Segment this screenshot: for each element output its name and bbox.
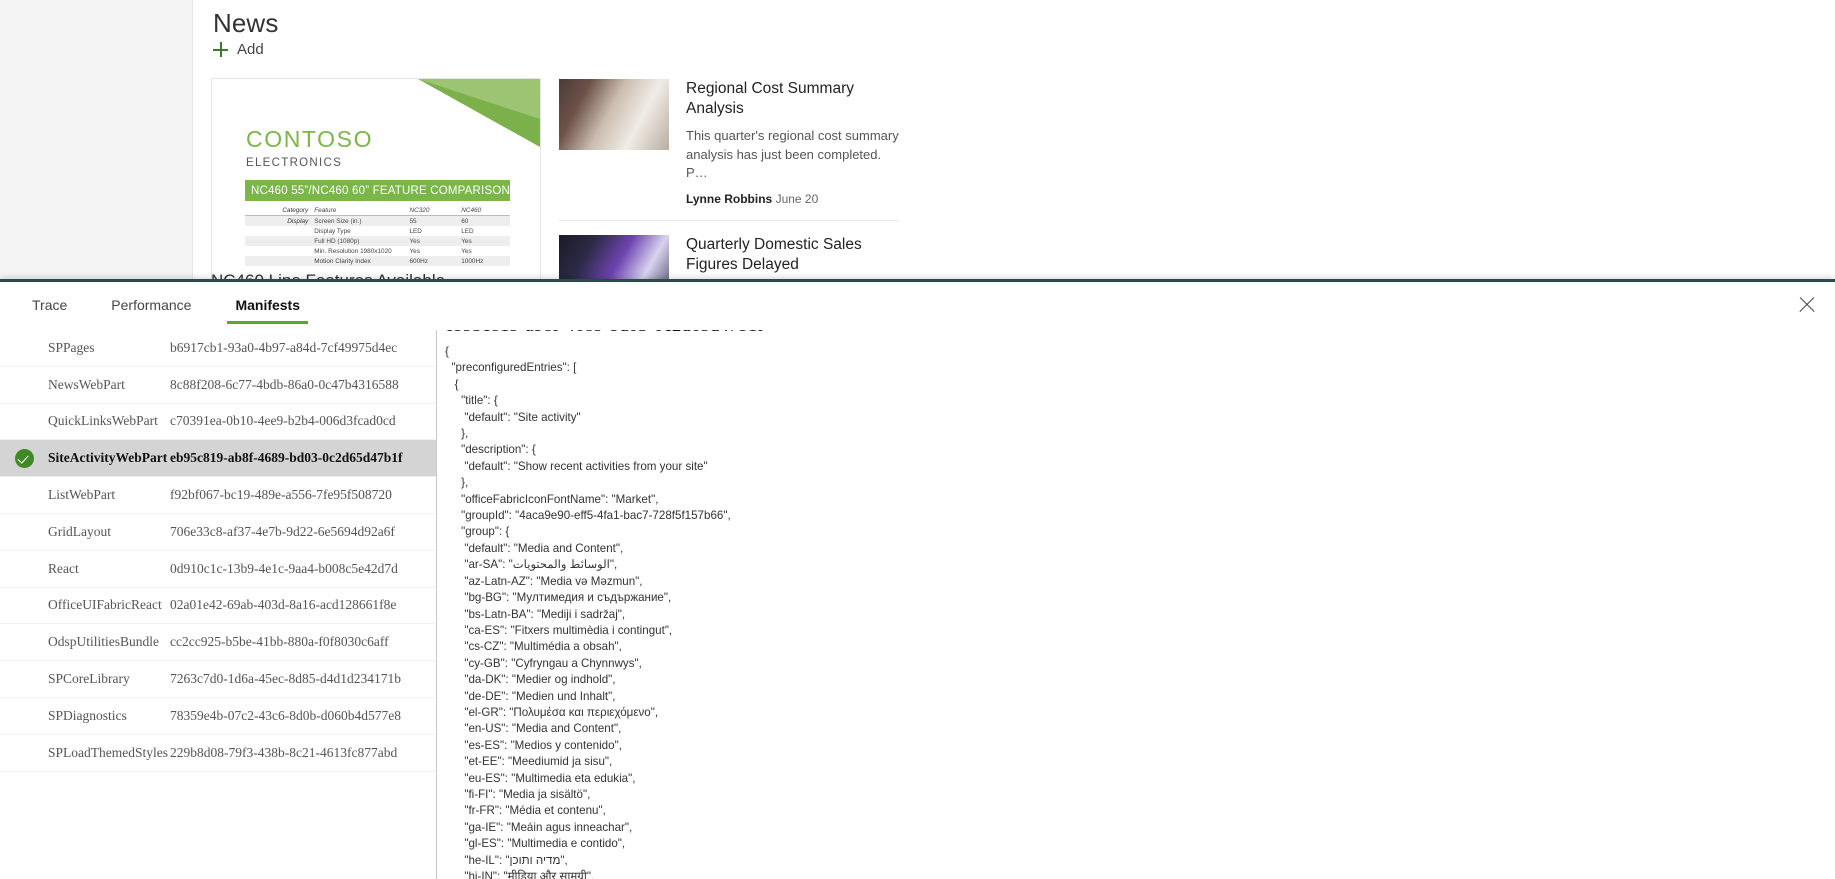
table-row[interactable]: GridLayout 706e33c8-af37-4e7b-9d22-6e5694… [0,514,436,551]
news-title: Regional Cost Summary Analysis [686,80,854,117]
feature-banner: NC460 55”/NC460 60” FEATURE COMPARISON [245,180,510,201]
manifest-name: QuickLinksWebPart [48,413,158,429]
table-row: Min. Resolution 1980x1020 Yes Yes [314,247,472,255]
table-row[interactable]: SPLoadThemedStyles 229b8d08-79f3-438b-8c2… [0,735,436,772]
table-row[interactable]: NewsWebPart 8c88f208-6c77-4bdb-86a0-0c47b… [0,367,436,404]
manifest-name: NewsWebPart [48,376,125,392]
selected-check [0,448,48,468]
table-row[interactable]: SPDiagnostics 78359e4b-07c2-43c6-8d0b-d06… [0,698,436,735]
brand-subtitle: ELECTRONICS [246,157,343,169]
manifest-name: React [48,560,79,576]
manifest-json-content: { "preconfiguredEntries": [ { "title": {… [445,345,731,879]
manifest-name: SPCoreLibrary [48,671,130,687]
table-row: Display Type LED LED [314,227,474,235]
manifest-id: b6917cb1-93a0-4b97-a84d-7cf49975d4ec [170,339,398,355]
tab-manifests[interactable]: Manifests [213,290,322,324]
manifest-id: f92bf067-bc19-489e-a556-7fe95f508720 [170,487,392,503]
manifest-id: 8c88f208-6c77-4bdb-86a0-0c47b4316588 [170,376,399,392]
manifest-detail-heading: eb95c819-ab8f-4689-bd03-0c2d65d47b1f [445,330,764,337]
news-section-title: News [213,8,279,38]
news-byline: Lynne Robbins June 20 [686,192,819,207]
table-row[interactable]: SiteActivityWebPart eb95c819-ab8f-4689-bd… [0,440,436,478]
manifest-name: OfficeUIFabricReact [48,597,162,613]
add-news-label: Add [237,41,264,58]
close-icon[interactable] [1796,294,1818,316]
manifest-name: SPLoadThemedStyles [48,744,168,760]
table-header-row: Category Feature NC320 NC460 [245,205,510,216]
brand-name: CONTOSO [246,126,374,152]
manifest-id: cc2cc925-b5be-41bb-880a-f0f8030c6aff [170,634,389,650]
table-row[interactable]: SPPages b6917cb1-93a0-4b97-a84d-7cf49975d… [0,330,436,367]
table-row[interactable]: QuickLinksWebPart c70391ea-0b10-4ee9-b2b4… [0,404,436,441]
manifest-name: OdspUtilitiesBundle [48,634,159,650]
news-title: Quarterly Domestic Sales Figures Delayed [686,236,862,274]
manifest-name: GridLayout [48,523,111,539]
news-description: This quarter's regional cost summary ana… [686,127,899,181]
add-news-button[interactable]: Add [213,41,264,58]
manifest-id: 7263c7d0-1d6a-45ec-8d85-d4d1d234171b [170,671,401,687]
check-circle-icon [14,448,34,468]
news-thumbnail [559,79,669,150]
manifest-id: 78359e4b-07c2-43c6-8d0b-d060b4d577e8 [170,707,401,723]
manifest-id: 02a01e42-69ab-403d-8a16-acd128661f8e [170,597,397,613]
manifest-list[interactable]: SPPages b6917cb1-93a0-4b97-a84d-7cf49975d… [0,330,437,879]
plus-icon [213,42,228,57]
table-row: Motion Clarity Index 600Hz 1000Hz [245,256,510,266]
table-row[interactable]: SPCoreLibrary 7263c7d0-1d6a-45ec-8d85-d4d… [0,661,436,698]
table-row: Display Screen Size (in.) 55 60 [245,215,510,226]
manifest-name: ListWebPart [48,487,116,503]
feature-comparison-table: Category Feature NC320 NC460 Display Screen S… [245,205,510,266]
overlay-tab-bar: Trace Performance Manifests [0,290,322,326]
tab-performance[interactable]: Performance [89,290,213,324]
table-row[interactable]: React 0d910c1c-13b9-4e1c-9aa4-b008c5e42d7… [0,551,436,588]
manifest-id: c70391ea-0b10-4ee9-b2b4-006d3fcad0cd [170,413,396,429]
manifest-id: 229b8d08-79f3-438b-8c21-4613fc877abd [170,744,398,760]
manifest-id: eb95c819-ab8f-4689-bd03-0c2d65d47b1f [170,450,403,466]
sidebar-rail [0,0,193,280]
debug-overlay-panel: Trace Performance Manifests SPPages b6917cb… [0,279,1835,879]
news-hero-card[interactable]: CONTOSO ELECTRONICS NC460 55”/NC460 60” … [211,78,541,283]
manifest-detail-pane: eb95c819-ab8f-4689-bd03-0c2d65d47b1f { "… [437,330,1835,879]
corner-graphic [418,79,540,147]
tab-trace[interactable]: Trace [10,290,89,324]
table-row[interactable]: OfficeUIFabricReact 02a01e42-69ab-403d-8a… [0,588,436,625]
manifest-id: 706e33c8-af37-4e7b-9d22-6e5694d92a6f [170,523,395,539]
manifest-id: 0d910c1c-13b9-4e1c-9aa4-b008c5e42d7d [170,560,398,576]
manifest-name: SPDiagnostics [48,707,127,723]
list-item[interactable]: Regional Cost Summary Analysis This quart… [559,73,899,220]
manifest-name: SPPages [48,339,95,355]
table-row[interactable]: OdspUtilitiesBundle cc2cc925-b5be-41bb-88… [0,624,436,662]
manifest-name: SiteActivityWebPart [48,450,168,466]
table-row: Full HD (1080p) Yes Yes [245,236,510,246]
table-row[interactable]: ListWebPart f92bf067-bc19-489e-a556-7fe95… [0,477,436,514]
